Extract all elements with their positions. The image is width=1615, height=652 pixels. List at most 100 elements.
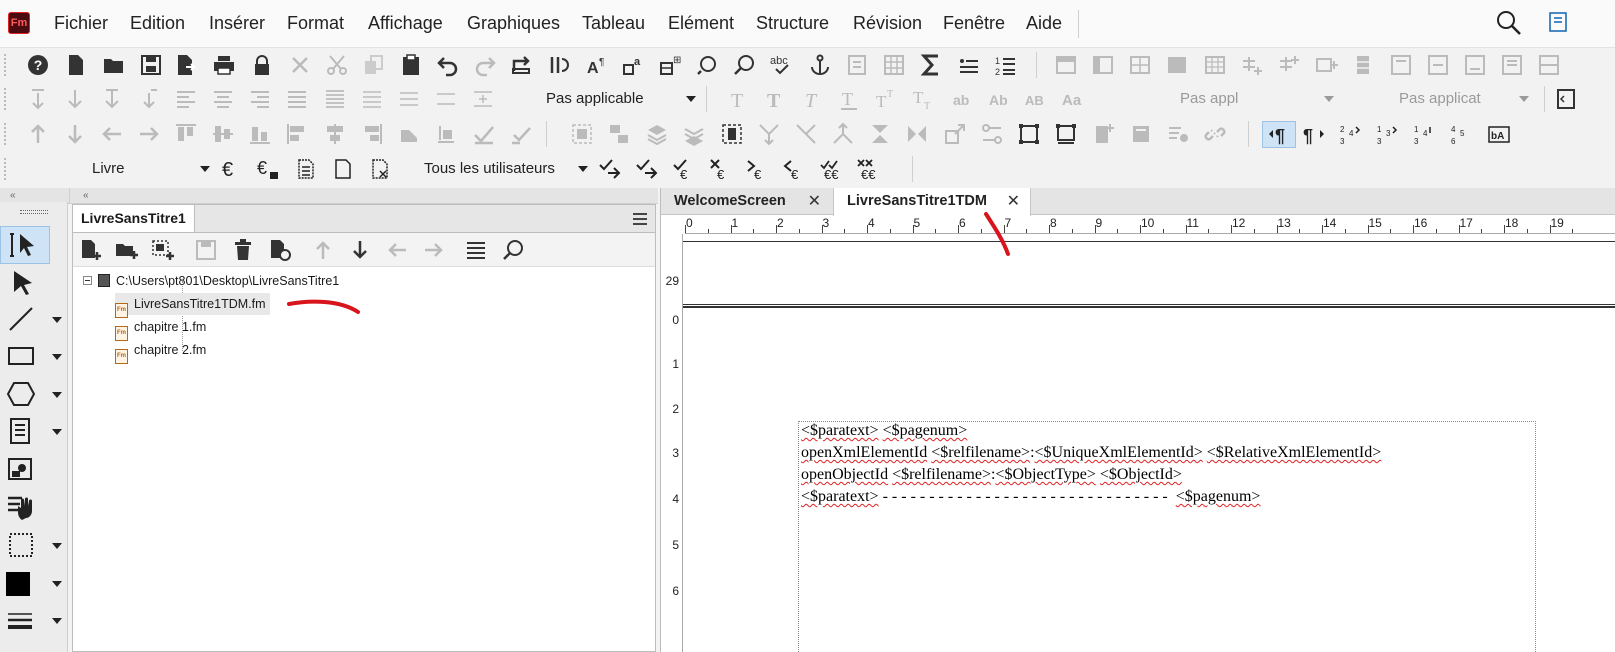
anchor-icon[interactable] [808,53,832,77]
collapse-book-chevron-icon[interactable]: « [83,190,88,201]
trash-icon[interactable] [231,238,255,262]
find-replace-icon[interactable] [696,53,720,77]
move-down-icon[interactable] [348,238,372,262]
toc-line-object[interactable]: openObjectId <$relfilename>:<$ObjectType… [801,466,1182,484]
structure-view-icon[interactable] [1546,10,1572,36]
vertical-ruler[interactable]: 29 0 1 2 3 4 5 6 [661,234,683,652]
line-tool-icon[interactable] [6,304,36,334]
character-tag-select[interactable]: Pas appl [1180,87,1334,111]
text-frame[interactable]: <$paratext> <$pagenum> openXmlElementId … [798,421,1536,652]
rectangle-tool-dropdown[interactable] [52,354,62,360]
save-as-icon[interactable] [174,53,198,77]
book-file-row[interactable]: Fm chapitre 2.fm [115,339,206,364]
menu-fenetre[interactable]: Fenêtre [943,13,1005,34]
numbered-list-icon[interactable]: 12 [994,53,1018,77]
book-file-row[interactable]: Fm chapitre 1.fm [115,316,206,341]
horizontal-ruler[interactable]: 0 1 2 3 4 5 6 7 8 9 10 11 12 13 14 15 16 17 18 19 [685,216,1615,234]
numbering-2-icon[interactable]: 1 33 [1376,122,1400,146]
track-changes-icon[interactable]: € [220,157,244,181]
numbering-4-icon[interactable]: 4 56 [1450,122,1474,146]
code-view-icon[interactable] [1552,87,1576,111]
accept-change-icon[interactable] [598,157,622,181]
toc-line-paratext[interactable]: <$paratext> <$pagenum> [801,422,967,440]
next-change-icon[interactable]: € [746,157,770,181]
tab-welcome-screen[interactable]: WelcomeScreen ✕ [661,188,831,215]
sum-icon[interactable] [919,53,943,77]
accept-all-changes-icon[interactable]: €€ [820,157,844,181]
document-compare-icon[interactable] [294,157,318,181]
close-tab-icon[interactable]: ✕ [808,188,821,215]
page-preview-icon[interactable] [368,157,392,181]
panel-menu-icon[interactable] [633,213,647,225]
reject-tracked-icon[interactable]: € [709,157,733,181]
graphic-frame-tool-icon[interactable] [6,454,36,484]
text-frame-tool-dropdown[interactable] [52,429,62,435]
line-tool-dropdown[interactable] [52,317,62,323]
smart-select-icon[interactable] [6,230,36,260]
menu-tableau[interactable]: Tableau [582,13,645,34]
object-select-icon[interactable] [8,267,38,297]
book-file-row[interactable]: Fm LivreSansTitre1TDM.fm [115,293,270,318]
save-icon[interactable] [139,53,163,77]
new-document-icon[interactable] [64,53,88,77]
tools-grip-icon[interactable] [20,210,48,214]
table-tag-select[interactable]: Pas applicat [1399,87,1529,111]
lock-tracking-icon[interactable]: € [257,157,281,181]
book-search-icon[interactable] [501,238,525,262]
spell-format-icon[interactable]: bA [1487,122,1511,146]
user-filter-select[interactable]: Tous les utilisateurs [424,157,588,181]
book-settings-icon[interactable] [464,238,488,262]
hand-move-tool-icon[interactable] [6,492,36,522]
add-group-icon[interactable] [151,238,175,262]
polygon-tool-icon[interactable] [6,379,36,409]
text-frame-tool-icon[interactable] [6,416,36,446]
fill-color-swatch[interactable] [6,572,30,596]
bullet-list-icon[interactable] [957,53,981,77]
menu-aide[interactable]: Aide [1026,13,1062,34]
line-weight-icon[interactable] [6,608,36,638]
marquee-select-dropdown[interactable] [52,543,62,549]
numbering-1-icon[interactable]: 2 43 [1339,122,1363,146]
open-folder-icon[interactable] [102,53,126,77]
collapse-tools-chevron-icon[interactable]: « [10,190,15,201]
paste-icon[interactable] [399,53,423,77]
update-book-icon[interactable] [268,238,292,262]
print-icon[interactable] [212,53,236,77]
accept-all-icon[interactable] [635,157,659,181]
view-select[interactable]: Livre [92,157,210,181]
add-folder-icon[interactable] [115,238,139,262]
tab-toc-document[interactable]: LivreSansTitre1TDM ✕ [833,188,1031,216]
close-tab-icon[interactable]: ✕ [1007,188,1020,215]
marquee-select-icon[interactable] [6,530,36,560]
blank-page-icon[interactable] [331,157,355,181]
table-catalog-icon[interactable]: ⊞ [659,53,683,77]
book-root-row[interactable]: C:\Users\pt801\Desktop\LivreSansTitre1 [83,270,339,292]
paragraph-catalog-icon[interactable]: A ¶ [585,53,609,77]
accept-tracked-icon[interactable]: € [672,157,696,181]
shrink-wrap-icon[interactable] [1054,122,1078,146]
line-weight-dropdown[interactable] [52,618,62,624]
menu-structure[interactable]: Structure [756,13,829,34]
toc-line-leader[interactable]: <$paratext> - - - - - - - - - - - - - - … [801,488,1260,506]
toc-line-xml[interactable]: openXmlElementId <$relfilename>:<$Unique… [801,444,1381,462]
search-icon[interactable] [1494,8,1524,38]
frame-select-icon[interactable] [720,122,744,146]
collapse-icon[interactable] [83,276,92,285]
previous-change-icon[interactable]: € [783,157,807,181]
fit-frame-icon[interactable] [1017,122,1041,146]
reject-all-changes-icon[interactable]: €€ [857,157,881,181]
fill-color-dropdown[interactable] [52,581,62,587]
help-icon[interactable]: ? [26,53,50,77]
character-catalog-icon[interactable]: a [622,53,646,77]
menu-element[interactable]: Elément [668,13,734,34]
menu-fichier[interactable]: Fichier [54,13,108,34]
update-book-icon[interactable] [548,53,572,77]
add-file-icon[interactable] [79,238,103,262]
undo-icon[interactable] [436,53,460,77]
lock-icon[interactable] [250,53,274,77]
menu-graphiques[interactable]: Graphiques [467,13,560,34]
book-tab[interactable]: LivreSansTitre1 [73,205,195,232]
menu-inserer[interactable]: Insérer [209,13,265,34]
paragraph-mark-left-icon[interactable]: ¶ [1302,122,1326,146]
menu-edition[interactable]: Edition [130,13,185,34]
